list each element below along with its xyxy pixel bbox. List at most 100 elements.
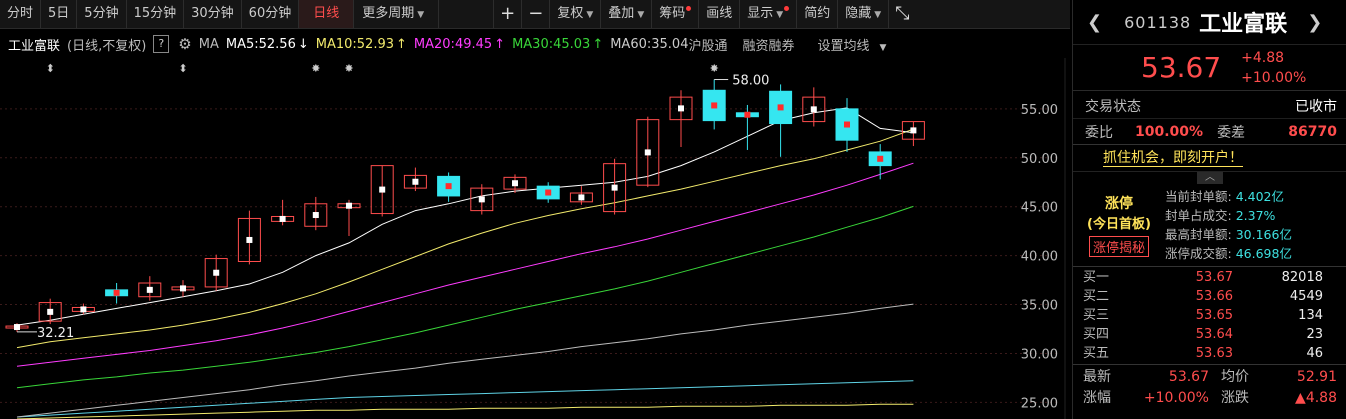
overlay-label: 叠加 <box>608 6 635 21</box>
candle-marker <box>810 106 817 113</box>
chg-label: 涨跌 <box>1221 390 1249 406</box>
y-tick-label: 55.00 <box>1021 103 1058 118</box>
chips-button[interactable]: 筹码 <box>652 0 700 28</box>
bid-book: 买一 53.67 82018 买二 53.66 4549 买三 53.65 134 买四 53… <box>1073 267 1346 365</box>
ma-label: MA <box>198 36 219 52</box>
more-periods-label: 更多周期 <box>362 6 415 21</box>
candle-marker <box>246 236 253 243</box>
chevron-down-icon: ▼ <box>637 10 645 20</box>
fullscreen-icon[interactable]: ⤡ <box>889 0 915 28</box>
pct-label: 涨幅 <box>1083 390 1111 406</box>
simple-mode-button[interactable]: 简约 <box>797 0 839 28</box>
zoom-in-icon[interactable]: + <box>494 0 523 28</box>
candle-marker <box>744 111 751 118</box>
tab-15min[interactable]: 15分钟 <box>127 0 185 28</box>
limit-up-stats: 当前封单额: 4.402亿 封单占成交: 2.37% 最高封单额: 30.166… <box>1165 184 1292 266</box>
bid-row[interactable]: 买五 53.63 46 <box>1073 344 1346 363</box>
limit-turnover-label: 涨停成交额: <box>1165 246 1232 261</box>
ma-legend-bar: 工业富联 (日线,不复权) ? ⚙ MA MA5:52.56 ↓ MA10:52.… <box>0 30 1070 58</box>
tab-daily[interactable]: 日线 <box>299 0 355 28</box>
bid-volume: 23 <box>1306 327 1323 342</box>
ma10-line <box>16 128 914 349</box>
y-tick-label: 45.00 <box>1021 201 1058 216</box>
overlay-dropdown[interactable]: 叠加 ▼ <box>601 0 653 28</box>
prev-stock-icon[interactable]: ❮ <box>1087 12 1102 33</box>
link-margin[interactable]: 融资融券 <box>742 35 794 54</box>
arrow-up-icon: ↑ <box>494 36 506 52</box>
trade-status-label: 交易状态 <box>1085 98 1141 115</box>
period-toolbar: 分时 5日 5分钟 15分钟 30分钟 60分钟 日线 更多周期 ▼ + − 复权… <box>0 0 1070 29</box>
y-tick-label: 30.00 <box>1021 347 1058 362</box>
bid-price: 53.65 <box>1195 308 1233 323</box>
candle-marker <box>644 149 651 156</box>
last-value: 53.67 <box>1168 369 1209 385</box>
tab-5min[interactable]: 5分钟 <box>77 0 127 28</box>
price-change: +4.88 <box>1241 49 1285 66</box>
gear-icon[interactable]: ⚙ <box>178 35 191 53</box>
candle-marker <box>910 127 917 134</box>
candle-marker <box>611 184 618 191</box>
candle-marker <box>14 324 20 331</box>
low-label: 32.21 <box>37 326 74 341</box>
event-marker-icon: ⬍ <box>46 62 55 75</box>
extra_line_yellow-line <box>16 403 914 419</box>
bid-label: 买五 <box>1083 346 1110 361</box>
event-marker-icon: ✸ <box>344 62 353 75</box>
high-label: 58.00 <box>732 74 769 89</box>
price-row: 53.67 +4.88 +10.00% <box>1073 45 1346 91</box>
chevron-down-icon: ▼ <box>417 10 425 20</box>
link-connect[interactable]: 沪股通 <box>688 35 727 54</box>
event-marker-icon: ⬍ <box>178 62 187 75</box>
seal-ratio-value: 2.37% <box>1235 208 1276 223</box>
notification-dot <box>784 6 790 11</box>
bid-row[interactable]: 买三 53.65 134 <box>1073 306 1346 325</box>
open-account-banner[interactable]: 抓住机会，即刻开户！ <box>1073 145 1346 172</box>
summary-row: 最新 53.67 均价 52.91 <box>1073 367 1346 388</box>
candle-marker <box>545 189 552 196</box>
limit-up-label: 涨停 <box>1105 196 1133 212</box>
bid-row[interactable]: 买四 53.64 23 <box>1073 325 1346 344</box>
ma10-value: MA10:52.93 <box>315 36 394 52</box>
arrow-up-icon: ↑ <box>396 36 407 52</box>
next-stock-icon[interactable]: ❯ <box>1307 12 1322 33</box>
display-dropdown[interactable]: 显示 ▼ <box>740 0 798 28</box>
help-icon[interactable]: ? <box>153 35 170 53</box>
chevron-down-icon: ▼ <box>586 10 594 20</box>
zoom-out-icon[interactable]: − <box>522 0 551 28</box>
tab-intraday[interactable]: 分时 <box>0 0 42 28</box>
tab-60min[interactable]: 60分钟 <box>242 0 300 28</box>
bid-volume: 4549 <box>1289 289 1323 304</box>
candle-marker <box>213 269 220 276</box>
tab-5day[interactable]: 5日 <box>41 0 78 28</box>
limit-up-reveal-button[interactable]: 涨停揭秘 <box>1088 236 1149 257</box>
arrow-up-icon: ↑ <box>592 36 604 52</box>
candle-marker <box>312 212 319 219</box>
more-periods-dropdown[interactable]: 更多周期 ▼ <box>354 0 440 28</box>
trade-status-value: 已收市 <box>1295 98 1337 115</box>
collapse-handle[interactable]: ︿ <box>1073 172 1346 184</box>
price-change-block: +4.88 +10.00% <box>1241 48 1306 88</box>
bid-volume: 134 <box>1298 308 1323 323</box>
order-ratio-row: 委比 100.00% 委差 86770 <box>1073 119 1346 145</box>
candlestick-chart[interactable]: 55.00 50.00 45.00 40.00 35.00 30.00 25.00 58.00… <box>0 58 1070 419</box>
chevron-down-icon: ▼ <box>776 10 784 20</box>
adjust-label: 复权 <box>557 6 584 21</box>
chevron-down-icon: ▼ <box>874 10 882 20</box>
bid-row[interactable]: 买一 53.67 82018 <box>1073 268 1346 287</box>
ma-settings-dropdown[interactable]: 设置均线 ▼ <box>818 35 894 54</box>
limit-turnover-value: 46.698亿 <box>1235 246 1292 261</box>
candle-marker <box>578 194 585 201</box>
hide-label: 隐藏 <box>845 6 872 21</box>
candle-marker <box>877 155 884 162</box>
bid-volume: 82018 <box>1281 270 1323 285</box>
tab-30min[interactable]: 30分钟 <box>184 0 242 28</box>
bid-price: 53.64 <box>1195 327 1233 342</box>
bid-row[interactable]: 买二 53.66 4549 <box>1073 287 1346 306</box>
stock-name-label: 工业富联 <box>8 38 61 54</box>
candle-marker <box>777 104 784 111</box>
hide-dropdown[interactable]: 隐藏 ▼ <box>838 0 890 28</box>
ma5-value: MA5:52.56 <box>225 36 296 52</box>
adjust-dropdown[interactable]: 复权 ▼ <box>550 0 602 28</box>
draw-line-button[interactable]: 画线 <box>699 0 741 28</box>
seal-amount-label: 当前封单额: <box>1165 189 1232 204</box>
